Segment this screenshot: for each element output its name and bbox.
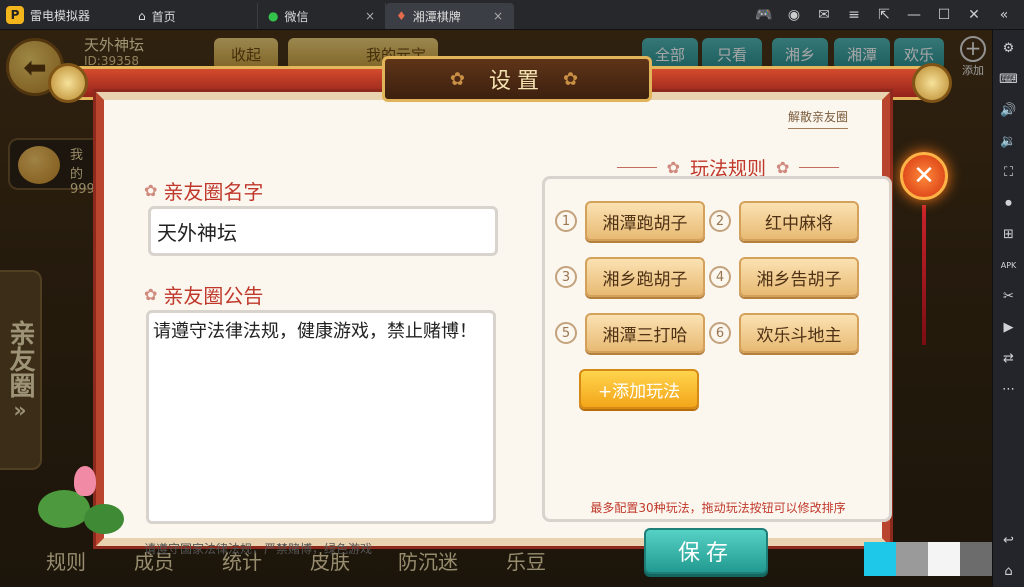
rule-number: 1 (555, 210, 577, 232)
club-notice-textarea[interactable]: 请遵守法律法规，健康游戏，禁止赌博！ (146, 310, 496, 524)
tab-close-icon[interactable]: × (365, 9, 375, 23)
tab-game[interactable]: ♦ 湘潭棋牌 × (386, 3, 514, 29)
add-rule-button[interactable]: +添加玩法 (579, 369, 699, 409)
home-icon: ⌂ (138, 9, 146, 23)
divider (799, 167, 840, 168)
rule-button[interactable]: 红中麻将 (739, 201, 859, 241)
lotus-decoration (38, 460, 130, 550)
divider (616, 167, 657, 168)
mail-icon[interactable]: ✉ (810, 4, 838, 26)
scroll-cap-left (48, 63, 88, 103)
tab-home[interactable]: ⌂ 首页 (128, 3, 258, 29)
knot-icon: ✿ (776, 158, 790, 177)
rule-button[interactable]: 湘潭三打哈 (585, 313, 705, 353)
rule-number: 6 (709, 322, 731, 344)
window-controls: 🎮 ◉ ✉ ≡ ⇱ — ☐ ✕ « (750, 4, 1018, 26)
corner-blocks (864, 542, 992, 576)
law-hint: 请遵守国家法律法规，严禁赌博，绿色游戏 (144, 542, 373, 556)
rule-number: 4 (709, 266, 731, 288)
rule-button[interactable]: 湘乡告胡子 (739, 257, 859, 297)
popout-icon[interactable]: ⇱ (870, 4, 898, 26)
knot-icon: ✿ (449, 68, 471, 90)
close-dialog-button[interactable]: ✕ (900, 152, 948, 200)
save-button[interactable]: 保存 (644, 528, 768, 574)
video-icon[interactable]: ▶ (997, 315, 1021, 339)
rule-slot-2: 2 红中麻将 (709, 201, 859, 241)
gamepad-icon[interactable]: 🎮 (750, 4, 778, 26)
record-icon[interactable]: ⏺ (997, 191, 1021, 215)
tab-wechat-label: 微信 (284, 9, 309, 24)
knot-icon: ✿ (563, 68, 585, 90)
dialog-title-plaque: ✿ 设置 ✿ (382, 56, 652, 102)
app-title: P 雷电模拟器 (6, 6, 90, 24)
user-icon[interactable]: ◉ (780, 4, 808, 26)
rule-number: 5 (555, 322, 577, 344)
wechat-icon: ● (268, 9, 279, 23)
dissolve-circle-link[interactable]: 解散亲友圈 (788, 108, 849, 129)
rules-panel: 1 湘潭跑胡子 2 红中麻将 3 湘乡跑胡子 4 湘乡告胡子 5 湘潭三打哈 6… (542, 176, 892, 522)
settings-icon[interactable]: ⚙ (997, 36, 1021, 60)
corner-block (864, 542, 896, 576)
resize-icon[interactable]: ⛶ (997, 160, 1021, 184)
sync-icon[interactable]: ⇄ (997, 346, 1021, 370)
minimize-icon[interactable]: — (900, 4, 928, 26)
more-icon[interactable]: ⋯ (997, 377, 1021, 401)
knot-icon: ✿ (666, 158, 680, 177)
game-icon: ♦ (396, 9, 407, 23)
rule-button[interactable]: 湘潭跑胡子 (585, 201, 705, 241)
rule-slot-4: 4 湘乡告胡子 (709, 257, 859, 297)
back-icon[interactable]: ↩ (997, 528, 1021, 552)
tab-wechat[interactable]: ● 微信 × (258, 3, 386, 29)
rule-button[interactable]: 欢乐斗地主 (739, 313, 859, 353)
corner-block (960, 542, 992, 576)
menu-icon[interactable]: ≡ (840, 4, 868, 26)
lotus-flower (74, 466, 96, 496)
rule-slot-6: 6 欢乐斗地主 (709, 313, 859, 353)
notice-label-text: 亲友圈公告 (163, 284, 264, 308)
rule-number: 3 (555, 266, 577, 288)
knot-icon: ✿ (144, 285, 158, 304)
maximize-icon[interactable]: ☐ (930, 4, 958, 26)
app-logo-icon: P (6, 6, 24, 24)
scroll-cap-right (912, 63, 952, 103)
notice-section-label: ✿ 亲友圈公告 (144, 280, 263, 309)
corner-block (928, 542, 960, 576)
rule-slot-5: 5 湘潭三打哈 (555, 313, 705, 353)
emulator-sidebar: ⚙ ⌨ 🔊 🔉 ⛶ ⏺ ⊞ APK ✂ ▶ ⇄ ⋯ ↩ ⌂ (992, 30, 1024, 587)
tab-game-label: 湘潭棋牌 (412, 9, 461, 24)
rule-button[interactable]: 湘乡跑胡子 (585, 257, 705, 297)
close-icon: ✕ (913, 161, 935, 191)
collapse-icon[interactable]: « (990, 4, 1018, 26)
tassel-ornament (922, 205, 926, 345)
rule-slot-3: 3 湘乡跑胡子 (555, 257, 705, 297)
rules-hint: 最多配置30种玩法，拖动玩法按钮可以修改排序 (590, 501, 846, 515)
game-viewport: ⬅ 天外神坛 ID:39358 收起 我的元宝 全部 只看 湘乡 湘潭 欢乐 +… (0, 30, 992, 587)
volume-up-icon[interactable]: 🔊 (997, 98, 1021, 122)
apk-icon[interactable]: APK (997, 253, 1021, 277)
home-icon[interactable]: ⌂ (997, 559, 1021, 583)
settings-dialog: 解散亲友圈 ✿ 亲友圈名字 ✿ 亲友圈公告 请遵守法律法规，健康游戏，禁止赌博！… (96, 92, 892, 574)
knot-icon: ✿ (144, 181, 158, 200)
name-label-text: 亲友圈名字 (163, 180, 264, 204)
lotus-leaf (84, 504, 124, 534)
rule-number: 2 (709, 210, 731, 232)
app-title-text: 雷电模拟器 (30, 8, 91, 23)
window-titlebar: P 雷电模拟器 ⌂ 首页 ● 微信 × ♦ 湘潭棋牌 × 🎮 ◉ ✉ ≡ ⇱ —… (0, 0, 1024, 30)
corner-block (896, 542, 928, 576)
close-icon[interactable]: ✕ (960, 4, 988, 26)
tab-home-label: 首页 (151, 9, 176, 24)
keyboard-icon[interactable]: ⌨ (997, 67, 1021, 91)
rule-slot-1: 1 湘潭跑胡子 (555, 201, 705, 241)
name-section-label: ✿ 亲友圈名字 (144, 176, 263, 205)
scissors-icon[interactable]: ✂ (997, 284, 1021, 308)
volume-down-icon[interactable]: 🔉 (997, 129, 1021, 153)
dialog-title: 设置 (488, 69, 545, 94)
tab-close-icon[interactable]: × (493, 9, 503, 23)
club-name-input[interactable] (148, 206, 498, 256)
add-app-icon[interactable]: ⊞ (997, 222, 1021, 246)
